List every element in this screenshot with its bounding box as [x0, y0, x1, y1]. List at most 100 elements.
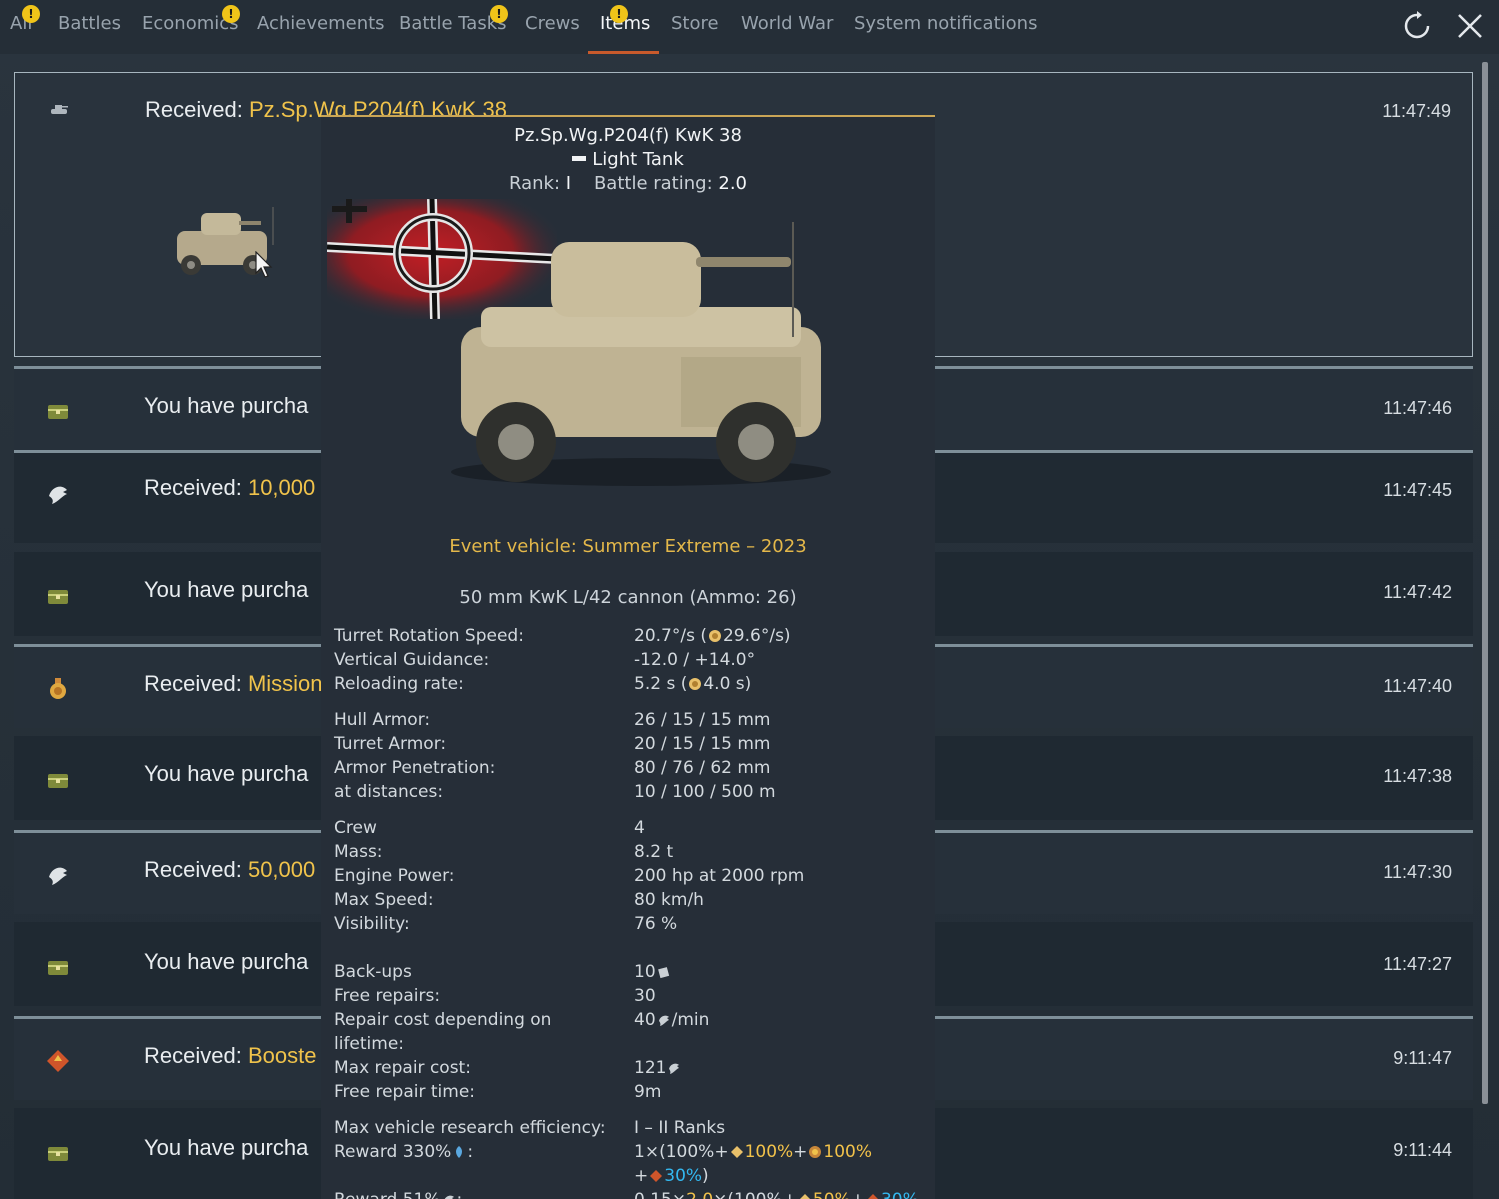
alert-badge: !: [22, 5, 40, 23]
vehicle-title: Pz.Sp.Wg.P204(f) KwK 38: [514, 125, 742, 146]
stat-label: Reward 51%:: [334, 1190, 462, 1199]
stat-label: Reloading rate:: [334, 674, 464, 694]
stat-label: Visibility:: [334, 914, 410, 934]
tab-battle-tasks[interactable]: Battle Tasks!: [399, 5, 508, 34]
stat-label: Mass:: [334, 842, 383, 862]
notification-text: Received: 50,000: [144, 857, 316, 882]
notification-text: You have purcha: [144, 393, 309, 418]
stat-value: 1×(100%+ 100%+ 100%: [634, 1142, 873, 1162]
stat-label: Max vehicle research efficiency:: [334, 1118, 606, 1138]
notification-time: 11:47:30: [1383, 862, 1452, 882]
refresh-icon[interactable]: [1401, 10, 1433, 42]
notification-time: 9:11:44: [1393, 1140, 1452, 1160]
chest-icon: [48, 774, 68, 788]
stat-value: 9m: [634, 1082, 662, 1102]
stat-label: Crew: [334, 818, 377, 838]
notification-text: You have purcha: [144, 761, 309, 786]
stat-value: 200 hp at 2000 rpm: [634, 866, 805, 886]
vehicle-image: [451, 222, 831, 486]
booster-icon: [867, 1194, 878, 1199]
notification-text: You have purcha: [144, 949, 309, 974]
expert-crew-icon: [689, 678, 702, 690]
stat-value: 76 %: [634, 914, 678, 934]
stat-label: Free repairs:: [334, 986, 441, 1006]
vehicle-class: Light Tank: [321, 149, 935, 170]
stat-label: Back-ups: [334, 962, 412, 982]
stat-value: 30: [634, 986, 656, 1006]
tab-all[interactable]: All!: [10, 5, 40, 34]
stat-label: Engine Power:: [334, 866, 455, 886]
notification-text: Received: Booste: [144, 1043, 317, 1068]
stat-label: Repair cost depending on: [334, 1010, 552, 1030]
notification-time: 11:47:27: [1383, 954, 1452, 974]
medal-icon: [50, 678, 66, 699]
stat-value: 20 / 15 / 15 mm: [634, 734, 771, 754]
stat-value: 5.2 s (4.0 s): [634, 674, 752, 694]
booster-icon: [47, 1050, 69, 1072]
stat-value: 80 km/h: [634, 890, 704, 910]
alert-badge: !: [610, 5, 628, 23]
vehicle-tooltip: Pz.Sp.Wg.P204(f) KwK 38 Light Tank Rank:…: [321, 115, 935, 1199]
expert-crew-icon: [708, 630, 721, 642]
stat-value: 8.2 t: [634, 842, 674, 862]
tab-items[interactable]: Items!: [600, 5, 650, 34]
tab-world-war[interactable]: World War: [741, 13, 833, 34]
tab-system-notifications[interactable]: System notifications: [854, 13, 1037, 34]
tab-battles[interactable]: Battles: [58, 13, 121, 34]
stat-value: 26 / 15 / 15 mm: [634, 710, 771, 730]
stat-label: Armor Penetration:: [334, 758, 496, 778]
notification-time: 11:47:40: [1383, 676, 1452, 696]
alert-badge: !: [222, 5, 240, 23]
stat-value: 20.7°/s (29.6°/s): [634, 626, 791, 646]
tab-store[interactable]: Store: [671, 13, 719, 34]
notification-time: 11:47:45: [1383, 480, 1452, 500]
close-icon[interactable]: [1454, 10, 1486, 42]
stat-value: I – II Ranks: [634, 1118, 726, 1138]
premium-icon: [799, 1194, 810, 1199]
tab-economics[interactable]: Economics!: [142, 5, 240, 34]
stat-label: at distances:: [334, 782, 444, 802]
eagle-icon: [49, 486, 67, 504]
booster-icon: [650, 1170, 663, 1182]
stat-value: 40/min: [634, 1010, 710, 1030]
silver-lions-icon: [669, 1063, 680, 1074]
premium-icon: [730, 1146, 743, 1158]
stat-value: 10 / 100 / 500 m: [634, 782, 776, 802]
research-icon: [456, 1146, 463, 1158]
tank-icon: [51, 105, 68, 114]
notification-time: 11:47:38: [1383, 766, 1452, 786]
eagle-icon: [49, 867, 67, 885]
stat-label: Vertical Guidance:: [334, 650, 490, 670]
notification-time: 11:47:46: [1383, 398, 1452, 418]
chest-icon: [48, 405, 68, 419]
stat-label: Turret Armor:: [334, 734, 447, 754]
active-tab-indicator: [588, 51, 659, 54]
stat-label: Free repair time:: [334, 1082, 476, 1102]
tab-crews[interactable]: Crews: [525, 13, 580, 34]
event-label: Event vehicle: Summer Extreme – 2023: [449, 536, 807, 557]
chest-icon: [48, 590, 68, 604]
stat-value: 0.15×2.0×(100%+50%+30%: [634, 1190, 919, 1199]
weapon-label: 50 mm KwK L/42 cannon (Ammo: 26): [459, 587, 797, 608]
tab-achievements[interactable]: Achievements: [257, 13, 385, 34]
alert-badge: !: [490, 5, 508, 23]
notification-time: 11:47:42: [1383, 582, 1452, 602]
stat-label: Reward 330%:: [334, 1142, 474, 1162]
stat-label: Max repair cost:: [334, 1058, 471, 1078]
vehicle-rank: Rank: I Battle rating: 2.0: [508, 173, 748, 194]
tab-bar: All! Battles Economics! Achievements Bat…: [0, 0, 1499, 54]
stat-label: Max Speed:: [334, 890, 434, 910]
stat-value: 4: [634, 818, 645, 838]
stat-value: 121: [634, 1058, 682, 1078]
chest-icon: [48, 961, 68, 975]
mouse-cursor-icon: [255, 251, 273, 278]
chest-icon: [48, 1147, 68, 1161]
stat-value: +30%): [634, 1166, 709, 1186]
stat-value: -12.0 / +14.0°: [634, 650, 756, 670]
backup-icon: [657, 967, 669, 979]
light-tank-icon: [572, 156, 587, 161]
notification-text: You have purcha: [144, 577, 309, 602]
notification-time: 9:11:47: [1393, 1048, 1452, 1068]
scrollbar[interactable]: [1482, 62, 1488, 1104]
stat-label: Turret Rotation Speed:: [334, 626, 524, 646]
